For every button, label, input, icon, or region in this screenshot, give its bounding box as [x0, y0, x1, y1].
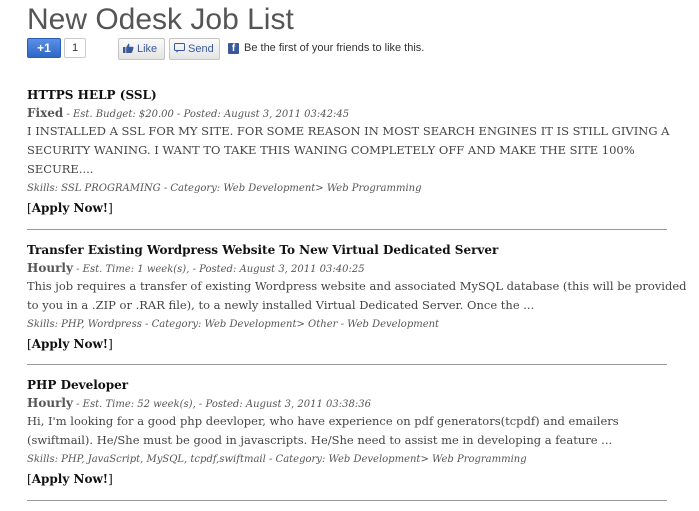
job-description: This job requires a transfer of existing…	[27, 277, 687, 315]
like-label: Like	[137, 43, 158, 55]
job-description-line: This job requires a transfer of existing…	[27, 279, 687, 293]
job-description-line: Hi, I'm looking for a good php deevloper…	[27, 414, 619, 428]
job-divider	[27, 364, 667, 365]
apply-bracket-close: ]	[108, 337, 113, 351]
apply-now-link[interactable]: Apply Now!	[32, 201, 108, 215]
job-skills: Skills: PHP, JavaScript, MySQL, tcpdf,sw…	[27, 454, 527, 465]
job-title: Transfer Existing Wordpress Website To N…	[27, 243, 499, 257]
job-meta-text: - Est. Time: 1 week(s), - Posted: August…	[72, 264, 365, 275]
job-meta-text: - Est. Budget: $20.00 - Posted: August 3…	[63, 109, 350, 120]
facebook-logo-icon: f	[228, 43, 239, 54]
facebook-social-text: Be the first of your friends to like thi…	[244, 42, 425, 54]
job-type: Fixed	[27, 106, 64, 120]
job-meta: Hourly - Est. Time: 52 week(s), - Posted…	[27, 394, 667, 412]
job-meta: Fixed - Est. Budget: $20.00 - Posted: Au…	[27, 104, 667, 122]
facebook-send-button[interactable]: Send	[169, 38, 220, 60]
social-bar: +1 1 Like Send f Be the first of your fr…	[27, 38, 667, 60]
job-type: Hourly	[27, 396, 73, 410]
apply-row: [Apply Now!]	[27, 469, 667, 489]
speech-bubble-icon	[174, 43, 185, 53]
job-skills: Skills: PHP, Wordpress - Category: Web D…	[27, 319, 440, 330]
job-description-line: I INSTALLED A SSL FOR MY SITE. FOR SOME …	[27, 124, 670, 138]
job-divider	[27, 229, 667, 230]
page-title: New Odesk Job List	[27, 3, 294, 36]
job-description-line: to you in a .ZIP or .RAR file), to a new…	[27, 298, 535, 312]
apply-now-link[interactable]: Apply Now!	[32, 472, 108, 486]
job-meta: Hourly - Est. Time: 1 week(s), - Posted:…	[27, 259, 667, 277]
apply-now-link[interactable]: Apply Now!	[32, 337, 108, 351]
apply-row: [Apply Now!]	[27, 334, 667, 354]
thumbs-up-icon	[123, 43, 134, 53]
job-listing: PHP Developer Hourly - Est. Time: 52 wee…	[27, 376, 667, 489]
google-plus-one-button[interactable]: +1	[27, 38, 61, 58]
facebook-like-button[interactable]: Like	[118, 38, 165, 60]
apply-row: [Apply Now!]	[27, 198, 667, 218]
job-description-line: SECURITY WANING. I WANT TO TAKE THIS WAN…	[27, 143, 635, 157]
job-meta-text: - Est. Time: 52 week(s), - Posted: Augus…	[72, 399, 371, 410]
apply-bracket-close: ]	[108, 201, 113, 215]
job-divider	[27, 500, 667, 501]
google-plus-count: 1	[64, 38, 86, 58]
job-description: Hi, I'm looking for a good php deevloper…	[27, 412, 667, 450]
send-label: Send	[188, 43, 214, 55]
job-description-line: (swiftmail). He/She must be good in java…	[27, 433, 613, 447]
job-type: Hourly	[27, 261, 73, 275]
apply-bracket-close: ]	[108, 472, 113, 486]
job-title: HTTPS HELP (SSL)	[27, 88, 157, 102]
job-description: I INSTALLED A SSL FOR MY SITE. FOR SOME …	[27, 122, 670, 179]
job-listing: HTTPS HELP (SSL) Fixed - Est. Budget: $2…	[27, 86, 670, 218]
job-description-line: SECURE....	[27, 162, 94, 176]
job-listing: Transfer Existing Wordpress Website To N…	[27, 241, 687, 354]
job-title: PHP Developer	[27, 378, 129, 392]
job-skills: Skills: SSL PROGRAMING - Category: Web D…	[27, 183, 422, 194]
